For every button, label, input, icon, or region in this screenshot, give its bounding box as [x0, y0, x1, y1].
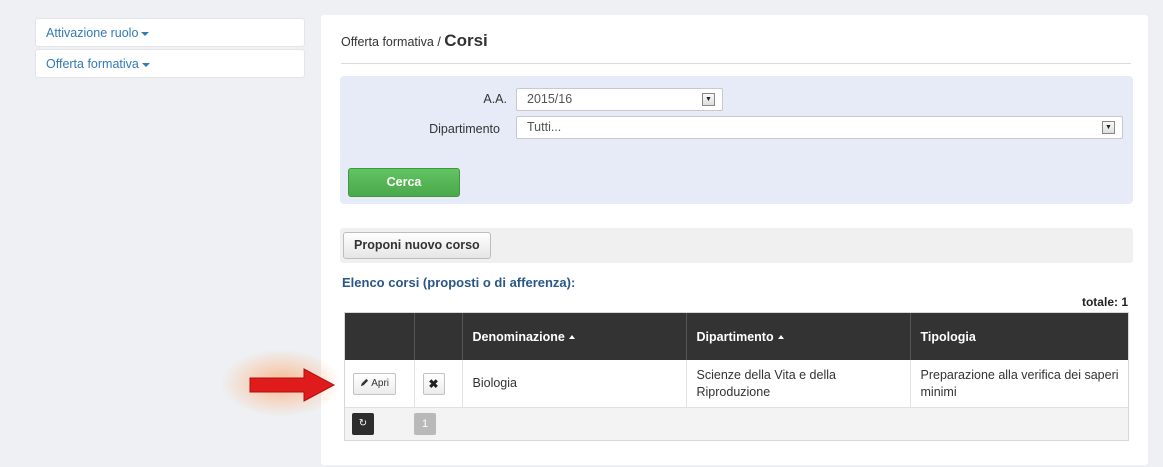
filter-panel: A.A. 2015/16 ▼ Dipartimento Tutti... ▼ C… [340, 76, 1133, 204]
row-delete-cell: ✖ [414, 360, 463, 407]
row-open-cell: Apri [345, 360, 415, 407]
sort-caret-icon [777, 335, 784, 340]
cell-dipartimento: Scienze della Vita e della Riproduzione [686, 360, 911, 407]
cell-tipologia: Preparazione alla verifica dei saperi mi… [920, 367, 1119, 399]
column-header-tipologia[interactable]: Tipologia [910, 313, 1128, 360]
list-title: Elenco corsi (proposti o di afferenza): [342, 275, 576, 290]
column-header-delete [414, 313, 463, 360]
search-button[interactable]: Cerca [348, 168, 460, 197]
column-header-label: Dipartimento [696, 329, 774, 344]
breadcrumb-parent: Offerta formativa / [341, 35, 441, 49]
open-course-button[interactable]: Apri [353, 372, 397, 395]
times-icon: ✖ [428, 376, 439, 391]
aa-select[interactable]: 2015/16 ▼ [516, 88, 723, 111]
caret-down-icon [141, 62, 150, 67]
sort-caret-icon [568, 335, 575, 340]
sidebar: Attivazione ruolo Offerta formativa [35, 18, 305, 80]
action-bar: Proponi nuovo corso [340, 228, 1133, 263]
column-header-denominazione[interactable]: Denominazione [462, 313, 687, 360]
refresh-icon: ↻ [358, 418, 368, 429]
cell-denominazione: Biologia [462, 360, 687, 407]
sidebar-item-label: Offerta formativa [46, 57, 139, 71]
main-panel: Offerta formativa / Corsi A.A. 2015/16 ▼… [321, 15, 1148, 465]
dipartimento-select-value: Tutti... [527, 120, 562, 134]
aa-label: A.A. [483, 92, 507, 106]
breadcrumb: Offerta formativa / Corsi [341, 31, 1131, 64]
sidebar-item-label: Attivazione ruolo [46, 26, 139, 40]
dipartimento-label: Dipartimento [429, 122, 500, 136]
column-header-dipartimento[interactable]: Dipartimento [686, 313, 911, 360]
open-button-label: Apri [371, 377, 390, 389]
table-header-row: Denominazione Dipartimento Tipologia [345, 313, 1128, 360]
select-arrow-icon: ▼ [702, 93, 715, 106]
pencil-icon [360, 378, 369, 386]
table-footer: ↻ 1 [345, 407, 1128, 440]
pagination-page[interactable]: 1 [414, 413, 436, 435]
table-row: Apri ✖ Biologia Scienze della Vita e del… [345, 360, 1128, 407]
courses-table: Denominazione Dipartimento Tipologia Apr… [344, 312, 1129, 441]
sidebar-item-attivazione-ruolo[interactable]: Attivazione ruolo [35, 18, 305, 47]
page-title: Corsi [444, 31, 488, 50]
delete-course-button[interactable]: ✖ [422, 372, 445, 395]
sidebar-item-offerta-formativa[interactable]: Offerta formativa [35, 49, 305, 78]
total-count: totale: 1 [1081, 295, 1128, 309]
column-header-label: Denominazione [472, 329, 565, 344]
propose-course-button[interactable]: Proponi nuovo corso [343, 232, 491, 259]
caret-down-icon [141, 31, 150, 36]
refresh-button[interactable]: ↻ [352, 413, 374, 435]
select-arrow-icon: ▼ [1102, 121, 1115, 134]
dipartimento-select[interactable]: Tutti... ▼ [516, 116, 1123, 139]
column-header-actions [345, 313, 415, 360]
aa-select-value: 2015/16 [527, 92, 573, 106]
